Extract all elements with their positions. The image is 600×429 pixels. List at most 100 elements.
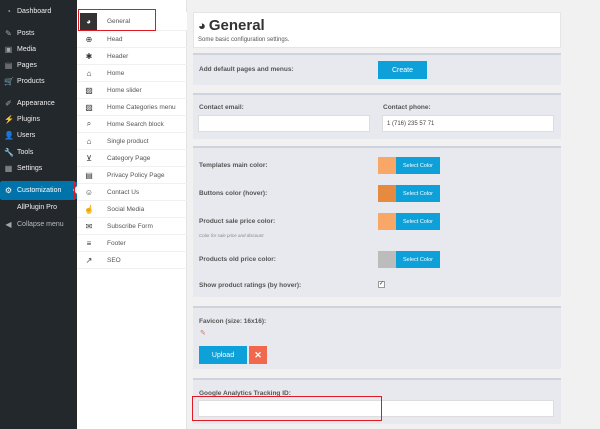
wp-menu-label: Pages (17, 61, 37, 69)
subnav-label: Category Page (107, 154, 151, 162)
subnav-label: Home slider (107, 86, 142, 94)
thumbs-up-icon: ☝ (84, 204, 94, 214)
wp-menu-posts[interactable]: ✎ Posts (0, 25, 77, 41)
contact-panel: Contact email: Contact phone: 1 (716) 23… (193, 93, 561, 139)
wp-menu-customization[interactable]: ⚙ Customization (0, 182, 77, 199)
buttons-hover-color-swatch[interactable] (378, 185, 396, 202)
wp-menu-collapse[interactable]: ◀ Collapse menu (0, 216, 77, 232)
analytics-id-input[interactable] (198, 400, 554, 417)
favicon-preview-icon: ✎ (200, 330, 206, 337)
wp-menu-allplugin-pro[interactable]: AllPlugin Pro (0, 199, 77, 215)
wp-menu-label: Media (17, 45, 37, 53)
create-pages-button[interactable]: Create (378, 61, 427, 79)
wp-menu-settings[interactable]: ▦ Settings (0, 160, 77, 176)
wp-menu-label: Posts (17, 29, 35, 37)
subnav-label: Header (107, 52, 129, 60)
wp-menu-pages[interactable]: ▤ Pages (0, 57, 77, 73)
contact-phone-input[interactable]: 1 (716) 235 57 71 (382, 115, 554, 132)
wp-menu-plugins[interactable]: ⚡ Plugins (0, 111, 77, 127)
page-header: ◕ General Some basic configuration settin… (193, 12, 561, 48)
subnav-home-search-block[interactable]: ⌕ Home Search block (77, 116, 187, 133)
subnav-subscribe-form[interactable]: ✉ Subscribe Form (77, 218, 187, 235)
home-icon: ⌂ (86, 136, 92, 146)
sale-price-color-button[interactable]: Select Color (396, 213, 440, 230)
document-icon: ▤ (85, 170, 93, 180)
wp-menu-media[interactable]: ▣ Media (0, 41, 77, 57)
sale-price-color-swatch[interactable] (378, 213, 396, 230)
subnav-contact-us[interactable]: ☺ Contact Us (77, 184, 187, 201)
users-icon: 👤 (4, 130, 14, 140)
analytics-label: Google Analytics Tracking ID: (199, 390, 291, 397)
collapse-icon: ◀ (5, 219, 12, 229)
subnav-label: Home Categories menu (107, 103, 176, 111)
subnav-home-categories-menu[interactable]: ▨ Home Categories menu (77, 99, 187, 116)
wrench-icon: 🔧 (4, 147, 14, 157)
subnav-seo[interactable]: ↗ SEO (77, 252, 187, 269)
pages-icon: ▤ (4, 60, 13, 70)
smiley-icon: ☺ (84, 187, 94, 197)
wp-menu-dashboard[interactable]: ◔ Dashboard (0, 3, 77, 19)
ratings-hover-checkbox[interactable]: ✓ (378, 281, 385, 288)
subnav-footer[interactable]: ≡ Footer (77, 235, 187, 252)
subnav-label: Home Search block (107, 120, 164, 128)
subnav-privacy-policy-page[interactable]: ▤ Privacy Policy Page (77, 167, 187, 184)
contact-email-label: Contact email: (199, 104, 244, 111)
cart-icon: 🛒 (4, 76, 14, 86)
wp-menu-users[interactable]: 👤 Users (0, 127, 77, 143)
cart-icon: ⊻ (86, 153, 92, 163)
analytics-panel: Google Analytics Tracking ID: (193, 378, 561, 424)
subnav-home-slider[interactable]: ▨ Home slider (77, 82, 187, 99)
sale-price-color-note: Color for sale price and discount (199, 233, 264, 238)
subnav-social-media[interactable]: ☝ Social Media (77, 201, 187, 218)
subnav-category-page[interactable]: ⊻ Category Page (77, 150, 187, 167)
plugin-settings-nav: ◕ General ⊕ Head ✱ Header ⌂ Home ▨ Home slide… (77, 0, 187, 429)
gear-icon: ⚙ (4, 186, 13, 195)
subnav-single-product[interactable]: ⌂ Single product (77, 133, 187, 150)
favicon-upload-button[interactable]: Upload (199, 346, 247, 364)
gauge-icon: ◕ (198, 18, 206, 33)
envelope-icon: ✉ (85, 221, 93, 231)
subnav-label: Privacy Policy Page (107, 171, 165, 179)
wp-menu-label: Products (17, 77, 45, 85)
old-price-color-button[interactable]: Select Color (396, 251, 440, 268)
old-price-color-label: Products old price color: (199, 256, 276, 263)
subnav-home[interactable]: ⌂ Home (77, 65, 187, 82)
dashboard-icon: ◔ (6, 6, 11, 16)
image-icon: ▨ (85, 102, 93, 112)
subnav-general[interactable]: ◕ General (77, 12, 187, 31)
blank-icon (4, 203, 13, 212)
wp-menu-label: Dashboard (17, 7, 52, 15)
templates-main-color-button[interactable]: Select Color (396, 157, 440, 174)
pin-icon: ✎ (5, 28, 12, 38)
wp-menu-appearance[interactable]: ✐ Appearance (0, 95, 77, 111)
media-icon: ▣ (4, 44, 13, 54)
subnav-label: Single product (107, 137, 149, 145)
contact-email-input[interactable] (198, 115, 370, 132)
wp-menu-label: AllPlugin Pro (17, 203, 58, 211)
default-pages-label: Add default pages and menus: (199, 66, 294, 73)
subnav-label: Footer (107, 239, 126, 247)
subnav-head[interactable]: ⊕ Head (77, 31, 187, 48)
favicon-remove-button[interactable]: ✕ (249, 346, 267, 364)
contact-phone-label: Contact phone: (383, 104, 431, 111)
wp-menu-label: Users (17, 131, 36, 139)
subnav-label: Home (107, 69, 125, 77)
buttons-hover-color-button[interactable]: Select Color (396, 185, 440, 202)
gauge-icon: ◕ (80, 12, 97, 30)
wp-menu-products[interactable]: 🛒 Products (0, 73, 77, 89)
favicon-panel: Favicon (size: 16x16): ✎ Upload ✕ (193, 306, 561, 369)
wp-menu-tools[interactable]: 🔧 Tools (0, 144, 77, 160)
ratings-hover-label: Show product ratings (by hover): (199, 282, 302, 289)
templates-main-color-label: Templates main color: (199, 162, 268, 169)
buttons-hover-color-label: Buttons color (hover): (199, 190, 268, 197)
page-subtitle: Some basic configuration settings. (198, 37, 290, 43)
subnav-header[interactable]: ✱ Header (77, 48, 187, 65)
default-pages-panel: Add default pages and menus: Create (193, 53, 561, 85)
templates-main-color-swatch[interactable] (378, 157, 396, 174)
settings-icon: ▦ (4, 163, 13, 173)
old-price-color-swatch[interactable] (378, 251, 396, 268)
wp-admin-sidebar: ◔ Dashboard ✎ Posts ▣ Media ▤ Pages 🛒 Product… (0, 0, 77, 429)
bars-icon: ≡ (86, 238, 92, 248)
subnav-label: Head (107, 35, 123, 43)
colors-panel: Templates main color: Select Color Butto… (193, 146, 561, 297)
